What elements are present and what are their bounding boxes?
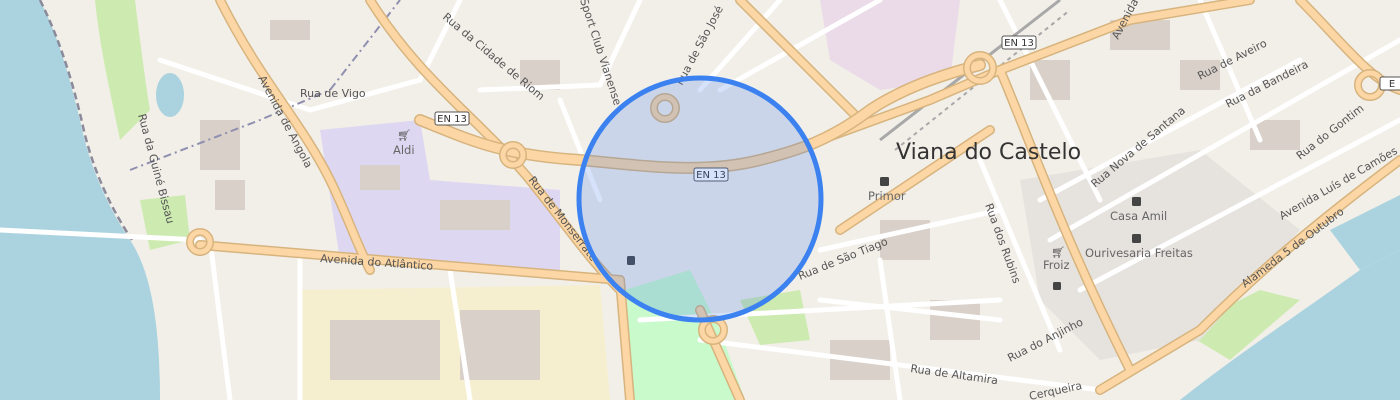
road-shield-east: EN 13 bbox=[1001, 35, 1037, 50]
location-accuracy-circle bbox=[576, 75, 824, 323]
svg-text:EN 13: EN 13 bbox=[437, 114, 467, 125]
cart-icon: 🛒︎ bbox=[397, 129, 411, 142]
shopping-bag-icon bbox=[880, 177, 889, 186]
pond bbox=[156, 73, 184, 117]
poi-label-primor: Primor bbox=[868, 189, 906, 203]
svg-text:EN 13: EN 13 bbox=[1004, 38, 1034, 49]
road-shield-edge: E bbox=[1379, 76, 1400, 91]
shopping-bag-icon bbox=[1132, 234, 1141, 243]
poi-label-froiz: Froiz bbox=[1043, 258, 1070, 272]
road-shield-west: EN 13 bbox=[434, 111, 470, 126]
street-label-vigo: Rua de Vigo bbox=[300, 87, 366, 100]
svg-text:E: E bbox=[1389, 79, 1395, 90]
map-canvas[interactable]: Rua da Guiné Bissau Avenida de Angola Ru… bbox=[0, 0, 1400, 400]
poi-label-ourivesaria-freitas: Ourivesaria Freitas bbox=[1085, 246, 1193, 260]
place-label: Viana do Castelo bbox=[896, 140, 1081, 165]
poi-label-aldi: Aldi bbox=[393, 143, 415, 157]
shopping-bag-icon bbox=[1132, 197, 1141, 206]
map-view[interactable]: Rua da Guiné Bissau Avenida de Angola Ru… bbox=[0, 0, 1400, 400]
poi-label-casa-amil: Casa Amil bbox=[1110, 209, 1167, 223]
shopping-bag-icon bbox=[1053, 282, 1061, 290]
